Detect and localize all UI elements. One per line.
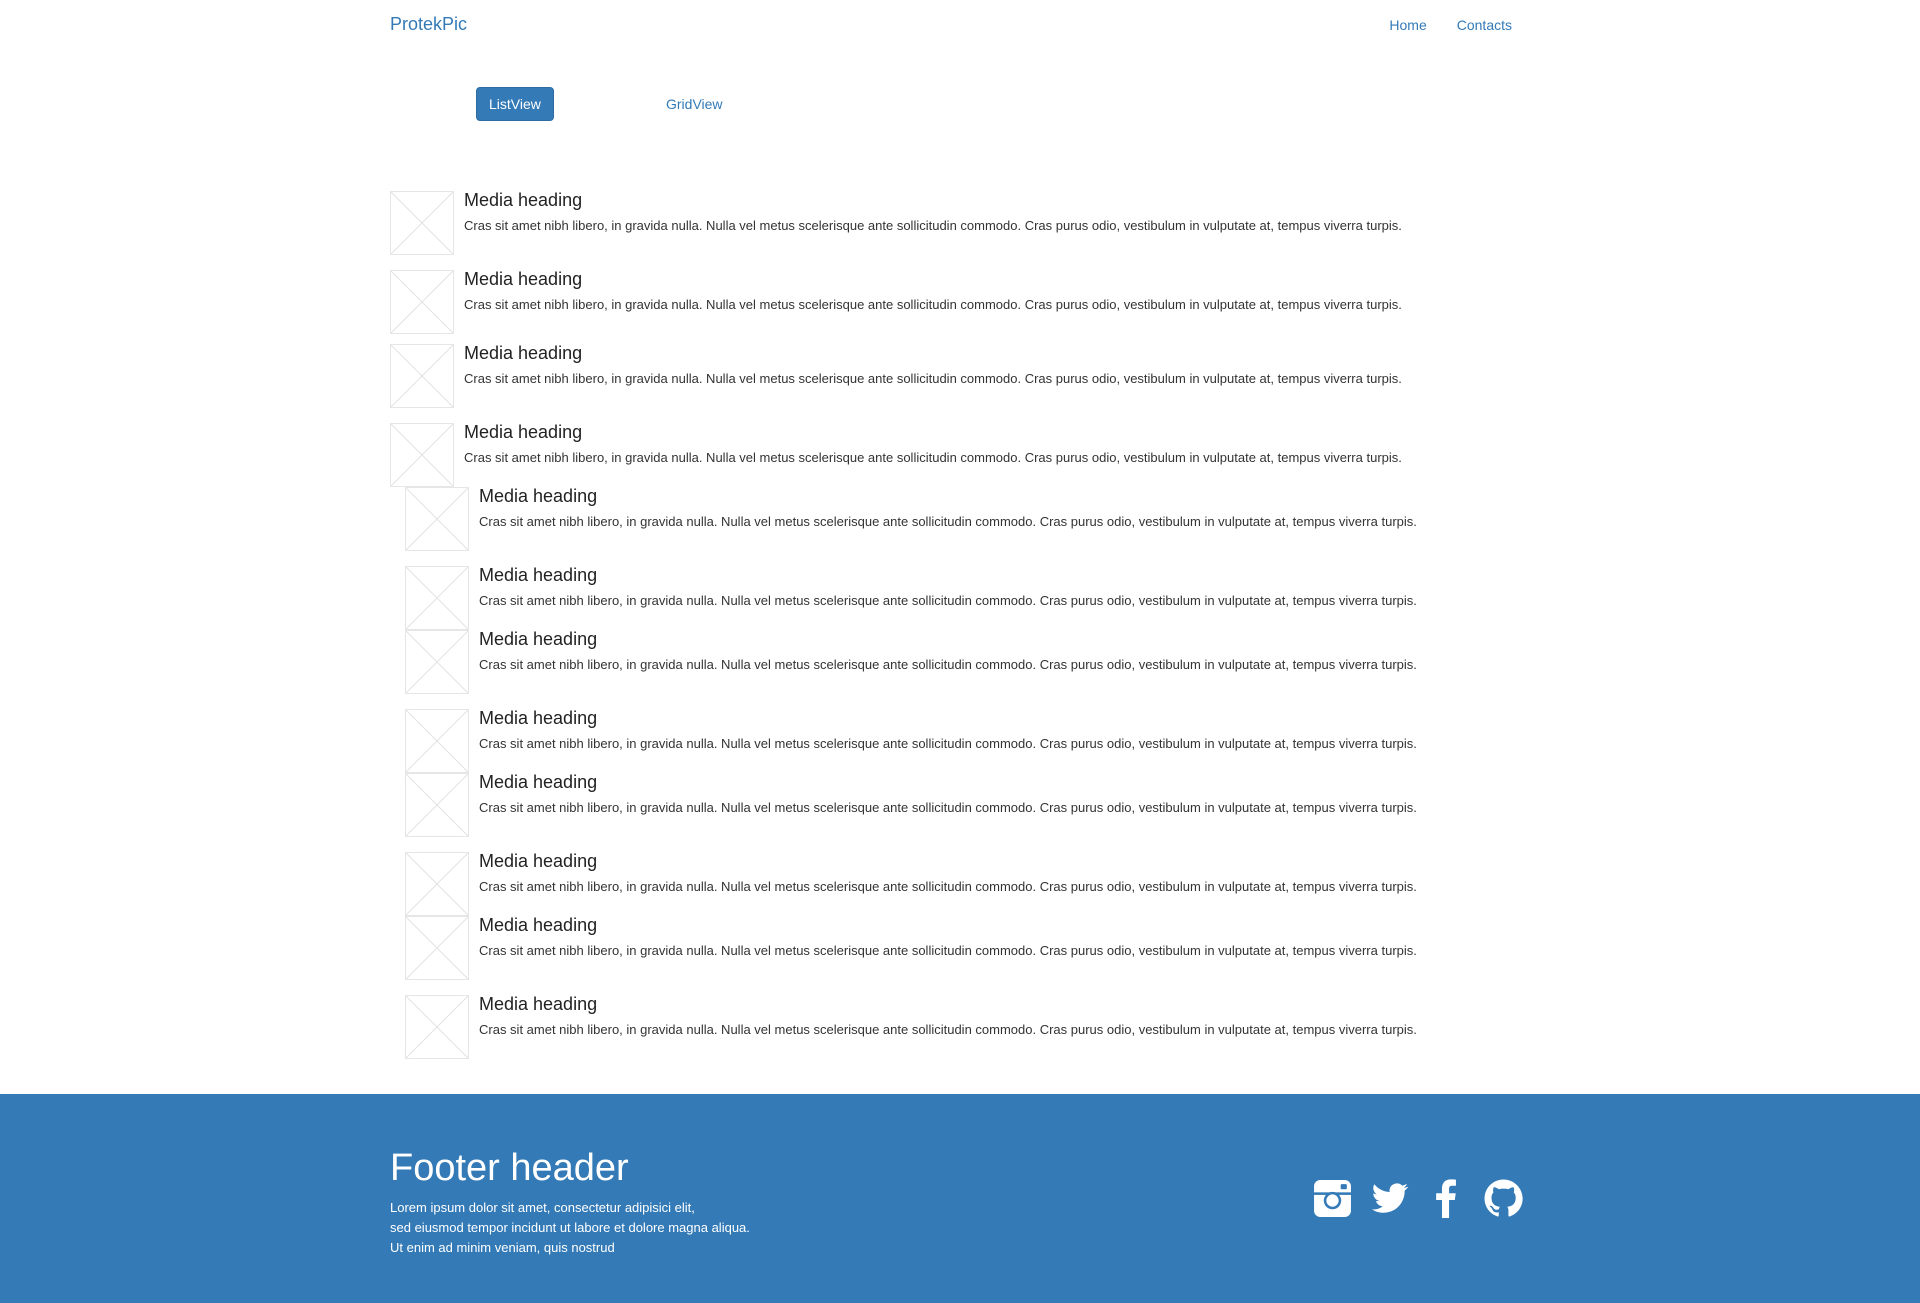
instagram-icon[interactable] [1312,1178,1353,1219]
footer-text-line: sed eiusmod tempor incidunt ut labore et… [390,1220,750,1235]
github-icon[interactable] [1483,1178,1524,1219]
listview-button[interactable]: ListView [476,87,554,121]
media-thumbnail [405,773,469,837]
media-text: Cras sit amet nibh libero, in gravida nu… [479,593,1417,608]
footer-title: Footer header [390,1147,629,1189]
media-thumbnail [390,270,454,334]
media-text: Cras sit amet nibh libero, in gravida nu… [479,1022,1417,1037]
media-body: Media heading Cras sit amet nibh libero,… [479,851,1479,896]
media-thumbnail [390,344,454,408]
media-thumbnail [405,566,469,630]
media-text: Cras sit amet nibh libero, in gravida nu… [464,297,1402,312]
twitter-icon[interactable] [1369,1178,1410,1219]
media-text: Cras sit amet nibh libero, in gravida nu… [479,943,1417,958]
media-heading: Media heading [479,772,598,792]
media-heading: Media heading [479,708,598,728]
media-heading: Media heading [479,486,598,506]
media-text: Cras sit amet nibh libero, in gravida nu… [479,657,1417,672]
media-thumbnail [405,709,469,773]
social-links [1312,1178,1524,1219]
media-text: Cras sit amet nibh libero, in gravida nu… [479,879,1417,894]
nav-links: Home Contacts [1389,17,1512,33]
footer-text: Lorem ipsum dolor sit amet, consectetur … [390,1198,750,1258]
media-body: Media heading Cras sit amet nibh libero,… [464,343,1464,388]
navbar: ProtekPic Home Contacts [0,0,1920,52]
media-heading: Media heading [464,343,583,363]
media-text: Cras sit amet nibh libero, in gravida nu… [464,450,1402,465]
media-heading: Media heading [479,629,598,649]
facebook-icon[interactable] [1426,1178,1467,1219]
footer: Footer header Lorem ipsum dolor sit amet… [0,1094,1920,1303]
footer-text-line: Lorem ipsum dolor sit amet, consectetur … [390,1200,695,1215]
media-body: Media heading Cras sit amet nibh libero,… [479,565,1479,610]
nav-home-link[interactable]: Home [1389,17,1426,33]
media-heading: Media heading [464,190,583,210]
media-thumbnail [405,916,469,980]
media-text: Cras sit amet nibh libero, in gravida nu… [479,800,1417,815]
gridview-button[interactable]: GridView [666,87,723,121]
media-thumbnail [405,630,469,694]
media-thumbnail [390,191,454,255]
media-body: Media heading Cras sit amet nibh libero,… [479,915,1479,960]
media-thumbnail [405,995,469,1059]
media-body: Media heading Cras sit amet nibh libero,… [479,629,1479,674]
media-heading: Media heading [464,422,583,442]
footer-text-line: Ut enim ad minim veniam, quis nostrud [390,1240,615,1255]
media-body: Media heading Cras sit amet nibh libero,… [479,708,1479,753]
media-text: Cras sit amet nibh libero, in gravida nu… [464,371,1402,386]
nav-contacts-link[interactable]: Contacts [1457,17,1512,33]
media-heading: Media heading [479,994,598,1014]
media-thumbnail [405,487,469,551]
media-body: Media heading Cras sit amet nibh libero,… [479,994,1479,1039]
media-body: Media heading Cras sit amet nibh libero,… [464,269,1464,314]
media-text: Cras sit amet nibh libero, in gravida nu… [479,514,1417,529]
media-heading: Media heading [464,269,583,289]
media-heading: Media heading [479,851,598,871]
media-thumbnail [390,423,454,487]
media-body: Media heading Cras sit amet nibh libero,… [479,486,1479,531]
media-heading: Media heading [479,915,598,935]
media-body: Media heading Cras sit amet nibh libero,… [464,422,1464,467]
media-thumbnail [405,852,469,916]
brand-link[interactable]: ProtekPic [390,14,467,35]
media-text: Cras sit amet nibh libero, in gravida nu… [479,736,1417,751]
media-text: Cras sit amet nibh libero, in gravida nu… [464,218,1402,233]
media-body: Media heading Cras sit amet nibh libero,… [464,190,1464,235]
media-heading: Media heading [479,565,598,585]
media-body: Media heading Cras sit amet nibh libero,… [479,772,1479,817]
